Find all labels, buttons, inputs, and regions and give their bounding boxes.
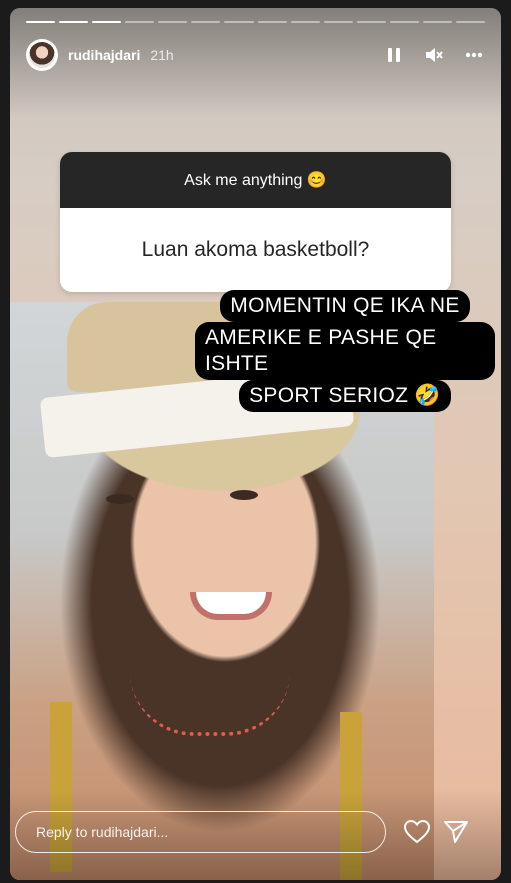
pause-icon[interactable] xyxy=(383,44,405,66)
progress-segment xyxy=(389,21,419,23)
progress-segment xyxy=(191,21,221,23)
send-icon[interactable] xyxy=(443,820,469,849)
story-viewer[interactable]: rudihajdari 21h Ask me anything 😊 Luan a… xyxy=(10,8,501,880)
progress-segment xyxy=(323,21,353,23)
answer-line-3: SPORT SERIOZ 🤣 xyxy=(239,380,451,412)
progress-segment xyxy=(158,21,188,23)
story-controls xyxy=(383,44,485,66)
progress-segment xyxy=(257,21,287,23)
question-sticker[interactable]: Ask me anything 😊 Luan akoma basketboll? xyxy=(60,152,451,292)
story-header: rudihajdari 21h xyxy=(26,38,485,72)
story-progress-bar xyxy=(26,21,486,23)
left-eye xyxy=(106,494,134,504)
post-time: 21h xyxy=(150,47,174,63)
progress-segment xyxy=(224,21,254,23)
speaker-muted-icon[interactable] xyxy=(423,44,445,66)
progress-segment xyxy=(356,21,386,23)
right-eye xyxy=(230,490,258,500)
necklace xyxy=(130,672,290,736)
heart-icon[interactable] xyxy=(403,819,431,849)
more-horizontal-icon[interactable] xyxy=(463,44,485,66)
progress-segment xyxy=(125,21,155,23)
smile xyxy=(190,592,272,620)
progress-segment xyxy=(290,21,320,23)
sticker-question: Luan akoma basketboll? xyxy=(60,208,451,292)
progress-segment xyxy=(26,21,56,23)
reply-input[interactable] xyxy=(15,811,386,853)
answer-line-1: MOMENTIN QE IKA NE xyxy=(220,290,470,322)
progress-segment xyxy=(422,21,453,23)
avatar[interactable] xyxy=(26,39,58,71)
progress-segment xyxy=(92,21,122,23)
username[interactable]: rudihajdari xyxy=(68,47,140,63)
progress-segment xyxy=(456,21,486,23)
answer-line-2: AMERIKE E PASHE QE ISHTE xyxy=(195,322,495,380)
sticker-prompt: Ask me anything 😊 xyxy=(60,152,451,208)
progress-segment xyxy=(59,21,89,23)
answer-text-block: MOMENTIN QE IKA NE AMERIKE E PASHE QE IS… xyxy=(195,290,495,412)
